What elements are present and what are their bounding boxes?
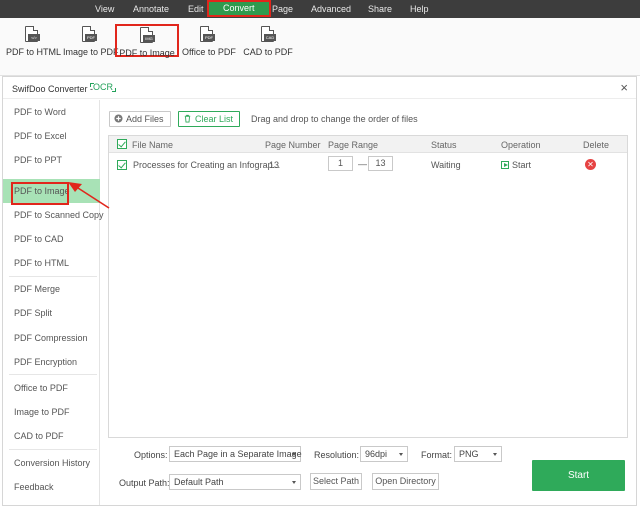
table-row: Processes for Creating an Infograp... 13… — [109, 154, 627, 176]
range-separator: — — [358, 159, 367, 169]
cad-to-pdf-button[interactable]: CAD CAD to PDF — [243, 26, 293, 72]
annotation-arrow-icon — [68, 182, 110, 209]
start-button[interactable]: Start — [532, 460, 625, 491]
header-operation: Operation — [501, 140, 541, 150]
menu-annotate[interactable]: Annotate — [133, 0, 169, 18]
sidebar-item-cad-to-pdf[interactable]: CAD to PDF — [3, 424, 100, 448]
sidebar-item-pdf-to-ppt[interactable]: PDF to PPT — [3, 148, 100, 172]
start-operation-button[interactable]: Start — [501, 160, 531, 170]
sidebar-divider — [9, 449, 97, 450]
plus-circle-icon — [114, 113, 123, 123]
sidebar: PDF to Word PDF to Excel PDF to PPT PDF … — [3, 100, 104, 505]
sidebar-item-pdf-encryption[interactable]: PDF Encryption — [3, 350, 100, 374]
select-all-checkbox[interactable] — [117, 139, 127, 149]
menu-share[interactable]: Share — [368, 0, 392, 18]
output-path-label: Output Path: — [119, 478, 170, 488]
header-delete: Delete — [583, 140, 610, 150]
row-checkbox[interactable] — [117, 160, 127, 170]
sidebar-item-pdf-to-word[interactable]: PDF to Word — [3, 100, 100, 124]
pdf-to-image-icon: IMG — [139, 27, 155, 45]
close-icon[interactable]: × — [620, 81, 628, 94]
menu-bar: View Annotate Edit Convert Page Advanced… — [0, 0, 640, 18]
output-path-select[interactable]: Default Path — [169, 474, 301, 490]
sidebar-item-conversion-history[interactable]: Conversion History — [3, 451, 100, 475]
sidebar-item-pdf-to-cad[interactable]: PDF to CAD — [3, 227, 100, 251]
open-directory-button[interactable]: Open Directory — [372, 473, 439, 490]
menu-edit[interactable]: Edit — [188, 0, 204, 18]
caret-down-icon — [292, 453, 296, 456]
caret-down-icon — [493, 453, 497, 456]
header-file-name: File Name — [132, 140, 174, 150]
page-number-cell: 13 — [269, 160, 280, 170]
add-files-button[interactable]: Add Files — [109, 111, 171, 127]
image-to-pdf-icon: PDF — [81, 26, 97, 44]
status-cell: Waiting — [431, 160, 461, 170]
cad-to-pdf-icon: CAD — [260, 26, 276, 44]
sidebar-item-feedback[interactable]: Feedback — [3, 475, 100, 499]
format-label: Format: — [421, 450, 453, 460]
trash-icon — [183, 113, 192, 123]
file-name-cell: Processes for Creating an Infograp... — [133, 160, 281, 170]
office-to-pdf-icon: PDF — [199, 26, 215, 44]
menu-help[interactable]: Help — [410, 0, 429, 18]
pdf-to-html-icon: </> — [24, 26, 40, 44]
image-to-pdf-button[interactable]: PDF Image to PDF — [63, 26, 119, 72]
office-to-pdf-button[interactable]: PDF Office to PDF — [182, 26, 236, 72]
sidebar-item-pdf-to-html[interactable]: PDF to HTML — [3, 251, 100, 275]
caret-down-icon — [292, 481, 296, 484]
format-select[interactable]: PNG — [454, 446, 502, 462]
sidebar-item-image-to-pdf[interactable]: Image to PDF — [3, 400, 100, 424]
clear-list-button[interactable]: Clear List — [178, 111, 241, 127]
sidebar-divider — [9, 374, 97, 375]
header-status: Status — [431, 140, 457, 150]
pdf-to-image-button[interactable]: IMG PDF to Image — [115, 24, 179, 58]
options-label: Options: — [134, 450, 168, 460]
drag-hint-text: Drag and drop to change the order of fil… — [251, 114, 418, 124]
sidebar-item-pdf-compression[interactable]: PDF Compression — [3, 326, 100, 350]
window-titlebar: SwifDoo Converter - OCR × — [3, 77, 636, 99]
highlight-box — [11, 182, 69, 205]
file-table: File Name Page Number Page Range Status … — [108, 135, 628, 438]
convert-ribbon: </> PDF to HTML PDF Image to PDF IMG PDF… — [0, 18, 640, 76]
delete-icon[interactable]: ✕ — [585, 159, 596, 170]
converter-window: SwifDoo Converter - OCR × PDF to Word PD… — [2, 76, 637, 506]
menu-view[interactable]: View — [95, 0, 114, 18]
resolution-label: Resolution: — [314, 450, 360, 460]
sidebar-item-pdf-split[interactable]: PDF Split — [3, 301, 100, 325]
ocr-link[interactable]: OCR — [90, 82, 116, 92]
play-icon — [501, 161, 509, 169]
range-to-input[interactable]: 13 — [368, 156, 393, 171]
header-page-number: Page Number — [265, 140, 321, 150]
range-from-input[interactable]: 1 — [328, 156, 353, 171]
options-select[interactable]: Each Page in a Separate Image — [169, 446, 302, 462]
menu-convert[interactable]: Convert — [207, 0, 271, 17]
window-title: SwifDoo Converter - — [12, 84, 94, 94]
sidebar-item-pdf-merge[interactable]: PDF Merge — [3, 277, 100, 301]
menu-advanced[interactable]: Advanced — [311, 0, 351, 18]
header-page-range: Page Range — [328, 140, 379, 150]
caret-down-icon — [399, 453, 403, 456]
sidebar-item-office-to-pdf[interactable]: Office to PDF — [3, 376, 100, 400]
select-path-button[interactable]: Select Path — [310, 473, 362, 490]
pdf-to-html-button[interactable]: </> PDF to HTML — [6, 26, 61, 72]
menu-page[interactable]: Page — [272, 0, 293, 18]
resolution-select[interactable]: 96dpi — [360, 446, 408, 462]
sidebar-item-pdf-to-excel[interactable]: PDF to Excel — [3, 124, 100, 148]
table-header: File Name Page Number Page Range Status … — [109, 136, 627, 153]
